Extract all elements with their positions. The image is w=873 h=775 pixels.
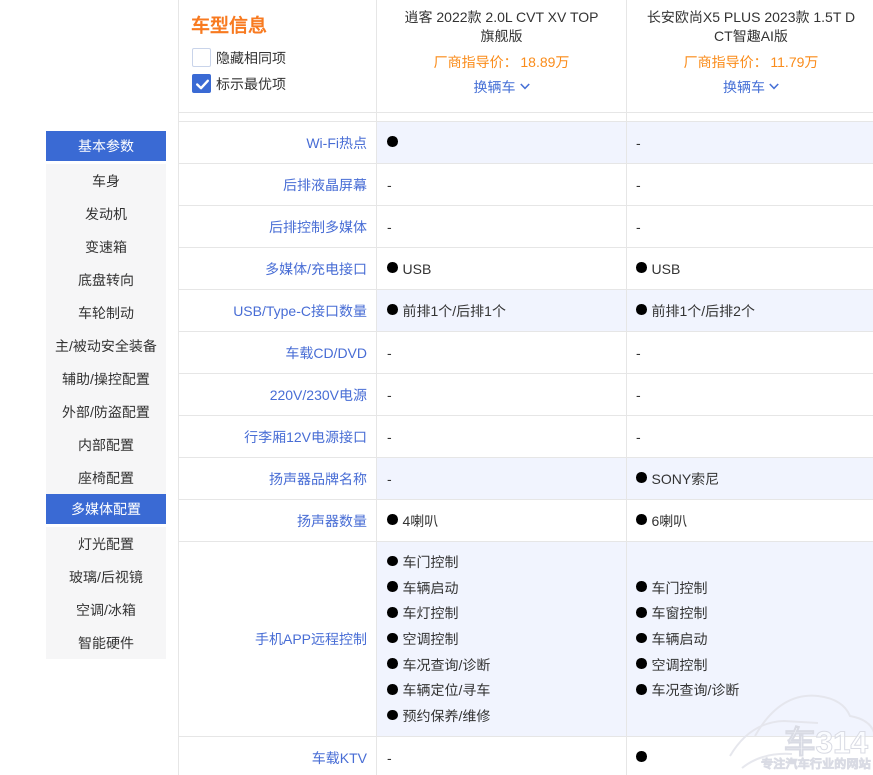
svg-text:专注汽车行业的网站: 专注汽车行业的网站: [761, 757, 871, 771]
svg-text:车314: 车314: [784, 724, 869, 760]
